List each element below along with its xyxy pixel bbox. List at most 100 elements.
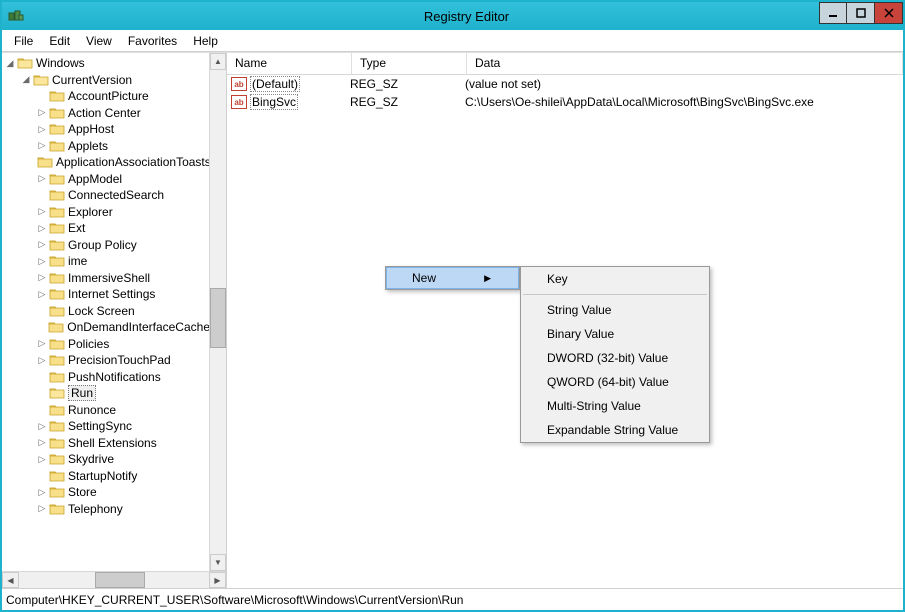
tree-node-internet-settings[interactable]: ▷ Internet Settings (2, 286, 210, 303)
submenu-arrow-icon: ▶ (484, 273, 491, 284)
submenu-multistring-value[interactable]: Multi-String Value (521, 394, 709, 418)
tree-node-label: Skydrive (68, 452, 114, 466)
app-icon (8, 8, 24, 24)
context-menu-new[interactable]: New ▶ (386, 267, 519, 289)
maximize-button[interactable] (847, 2, 875, 24)
tree-node-store[interactable]: ▷ Store (2, 484, 210, 501)
menu-help[interactable]: Help (185, 32, 226, 50)
tree-node-label: Policies (68, 337, 109, 351)
expander-blank (36, 387, 48, 399)
submenu-key[interactable]: Key (521, 267, 709, 291)
expand-icon[interactable]: ▷ (36, 222, 48, 234)
tree-node-lock-screen[interactable]: Lock Screen (2, 303, 210, 320)
tree-node-applicationassociationtoasts[interactable]: ApplicationAssociationToasts (2, 154, 210, 171)
registry-tree[interactable]: ◢ Windows ◢ CurrentVersion AccountPictur… (2, 53, 210, 519)
scroll-thumb[interactable] (210, 288, 226, 348)
tree-node-label: Shell Extensions (68, 436, 157, 450)
context-menu[interactable]: New ▶ (385, 266, 520, 290)
tree-node-currentversion[interactable]: ◢ CurrentVersion (2, 72, 210, 89)
expand-icon[interactable]: ▷ (36, 486, 48, 498)
scroll-track[interactable] (210, 70, 226, 554)
expand-icon[interactable]: ▷ (36, 123, 48, 135)
expand-icon[interactable]: ▷ (36, 338, 48, 350)
scroll-thumb[interactable] (95, 572, 145, 588)
minimize-button[interactable] (819, 2, 847, 24)
column-header-data[interactable]: Data (467, 53, 903, 74)
titlebar[interactable]: Registry Editor (2, 2, 903, 30)
menu-favorites[interactable]: Favorites (120, 32, 185, 50)
tree-node-appmodel[interactable]: ▷ AppModel (2, 171, 210, 188)
close-button[interactable] (875, 2, 903, 24)
window-controls (819, 2, 903, 24)
expand-icon[interactable]: ▷ (36, 206, 48, 218)
tree-node-action-center[interactable]: ▷ Action Center (2, 105, 210, 122)
menu-file[interactable]: File (6, 32, 41, 50)
folder-icon (49, 254, 65, 268)
expander-blank (36, 404, 48, 416)
tree-node-shell-extensions[interactable]: ▷ Shell Extensions (2, 435, 210, 452)
tree-node-skydrive[interactable]: ▷ Skydrive (2, 451, 210, 468)
folder-icon (49, 386, 65, 400)
tree-node-ondemandinterfacecache[interactable]: OnDemandInterfaceCache (2, 319, 210, 336)
expand-icon[interactable]: ▷ (36, 437, 48, 449)
tree-node-runonce[interactable]: Runonce (2, 402, 210, 419)
submenu-binary-value[interactable]: Binary Value (521, 322, 709, 346)
expand-icon[interactable]: ▷ (36, 420, 48, 432)
expand-icon[interactable]: ▷ (36, 140, 48, 152)
folder-icon (49, 271, 65, 285)
value-row[interactable]: ab BingSvc REG_SZ C:\Users\Oe-shilei\App… (227, 93, 903, 111)
content-area: ◢ Windows ◢ CurrentVersion AccountPictur… (2, 52, 903, 588)
folder-icon (49, 337, 65, 351)
tree-node-label: ime (68, 254, 87, 268)
tree-node-group-policy[interactable]: ▷ Group Policy (2, 237, 210, 254)
expand-icon[interactable]: ▷ (36, 453, 48, 465)
expander-blank (36, 321, 47, 333)
expand-icon[interactable]: ▷ (36, 354, 48, 366)
tree-node-apphost[interactable]: ▷ AppHost (2, 121, 210, 138)
collapse-icon[interactable]: ◢ (4, 57, 16, 69)
tree-node-immersiveshell[interactable]: ▷ ImmersiveShell (2, 270, 210, 287)
new-submenu[interactable]: Key String Value Binary Value DWORD (32-… (520, 266, 710, 443)
tree-node-policies[interactable]: ▷ Policies (2, 336, 210, 353)
collapse-icon[interactable]: ◢ (20, 74, 32, 86)
tree-node-telephony[interactable]: ▷ Telephony (2, 501, 210, 518)
expand-icon[interactable]: ▷ (36, 272, 48, 284)
submenu-qword-value[interactable]: QWORD (64-bit) Value (521, 370, 709, 394)
expand-icon[interactable]: ▷ (36, 255, 48, 267)
tree-node-connectedsearch[interactable]: ConnectedSearch (2, 187, 210, 204)
string-value-icon: ab (231, 77, 247, 91)
tree-horizontal-scrollbar[interactable]: ◀ ▶ (2, 571, 226, 588)
tree-node-startupnotify[interactable]: StartupNotify (2, 468, 210, 485)
expand-icon[interactable]: ▷ (36, 239, 48, 251)
column-header-name[interactable]: Name (227, 53, 352, 74)
tree-node-ext[interactable]: ▷ Ext (2, 220, 210, 237)
submenu-string-value[interactable]: String Value (521, 298, 709, 322)
scroll-track[interactable] (19, 572, 209, 588)
expand-icon[interactable]: ▷ (36, 288, 48, 300)
tree-node-pushnotifications[interactable]: PushNotifications (2, 369, 210, 386)
submenu-expandable-string-value[interactable]: Expandable String Value (521, 418, 709, 442)
menu-edit[interactable]: Edit (41, 32, 78, 50)
tree-node-settingsync[interactable]: ▷ SettingSync (2, 418, 210, 435)
scroll-right-arrow-icon[interactable]: ▶ (209, 572, 226, 588)
tree-node-ime[interactable]: ▷ ime (2, 253, 210, 270)
tree-node-windows[interactable]: ◢ Windows (2, 55, 210, 72)
column-header-type[interactable]: Type (352, 53, 467, 74)
scroll-left-arrow-icon[interactable]: ◀ (2, 572, 19, 588)
column-headers: Name Type Data (227, 53, 903, 75)
tree-vertical-scrollbar[interactable]: ▲ ▼ (209, 53, 226, 571)
expand-icon[interactable]: ▷ (36, 107, 48, 119)
expand-icon[interactable]: ▷ (36, 503, 48, 515)
expand-icon[interactable]: ▷ (36, 173, 48, 185)
scroll-down-arrow-icon[interactable]: ▼ (210, 554, 226, 571)
scroll-up-arrow-icon[interactable]: ▲ (210, 53, 226, 70)
submenu-dword-value[interactable]: DWORD (32-bit) Value (521, 346, 709, 370)
window-title: Registry Editor (30, 9, 903, 24)
menu-view[interactable]: View (78, 32, 120, 50)
tree-node-explorer[interactable]: ▷ Explorer (2, 204, 210, 221)
tree-node-applets[interactable]: ▷ Applets (2, 138, 210, 155)
tree-node-run[interactable]: Run (2, 385, 210, 402)
tree-node-precisiontouchpad[interactable]: ▷ PrecisionTouchPad (2, 352, 210, 369)
value-row[interactable]: ab (Default) REG_SZ (value not set) (227, 75, 903, 93)
tree-node-accountpicture[interactable]: AccountPicture (2, 88, 210, 105)
